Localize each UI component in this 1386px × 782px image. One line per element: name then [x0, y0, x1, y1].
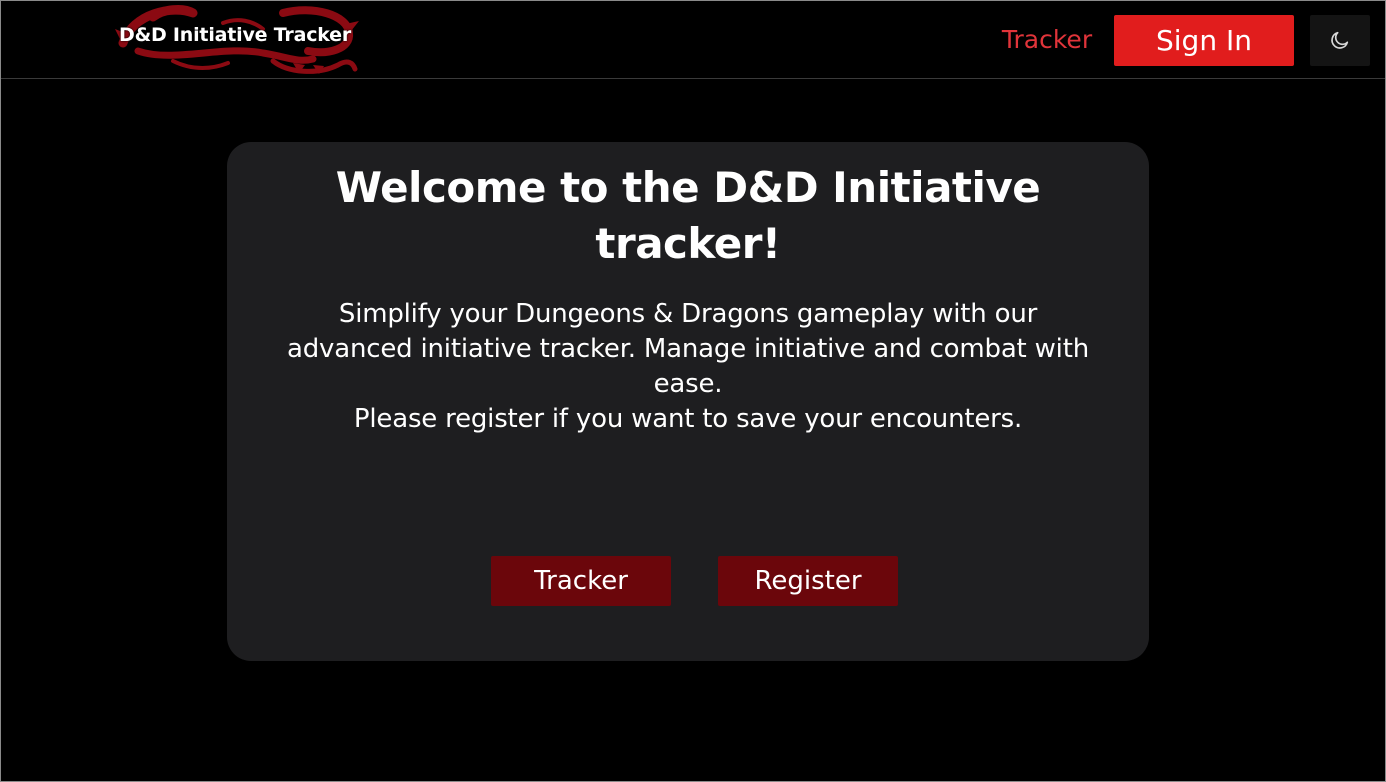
welcome-card: Welcome to the D&D Initiative tracker! S… [227, 142, 1149, 661]
welcome-title: Welcome to the D&D Initiative tracker! [335, 163, 1041, 268]
nav-link-tracker[interactable]: Tracker [997, 21, 1097, 59]
description-text: Simplify your Dungeons & Dragons gamepla… [287, 299, 1089, 399]
register-button[interactable]: Register [718, 556, 898, 606]
site-logo[interactable]: D&D Initiative Tracker [113, 3, 363, 75]
navbar: D&D Initiative Tracker Tracker Sign In [1, 1, 1385, 79]
register-hint-text: Please register if you want to save your… [353, 404, 1023, 434]
theme-toggle-button[interactable] [1310, 15, 1370, 66]
app-window: D&D Initiative Tracker Tracker Sign In W… [0, 0, 1386, 782]
welcome-description: Simplify your Dungeons & Dragons gamepla… [287, 297, 1089, 437]
sign-in-button[interactable]: Sign In [1114, 15, 1294, 66]
moon-icon [1331, 31, 1349, 49]
logo-text: D&D Initiative Tracker [119, 24, 352, 46]
tracker-button[interactable]: Tracker [491, 556, 671, 606]
